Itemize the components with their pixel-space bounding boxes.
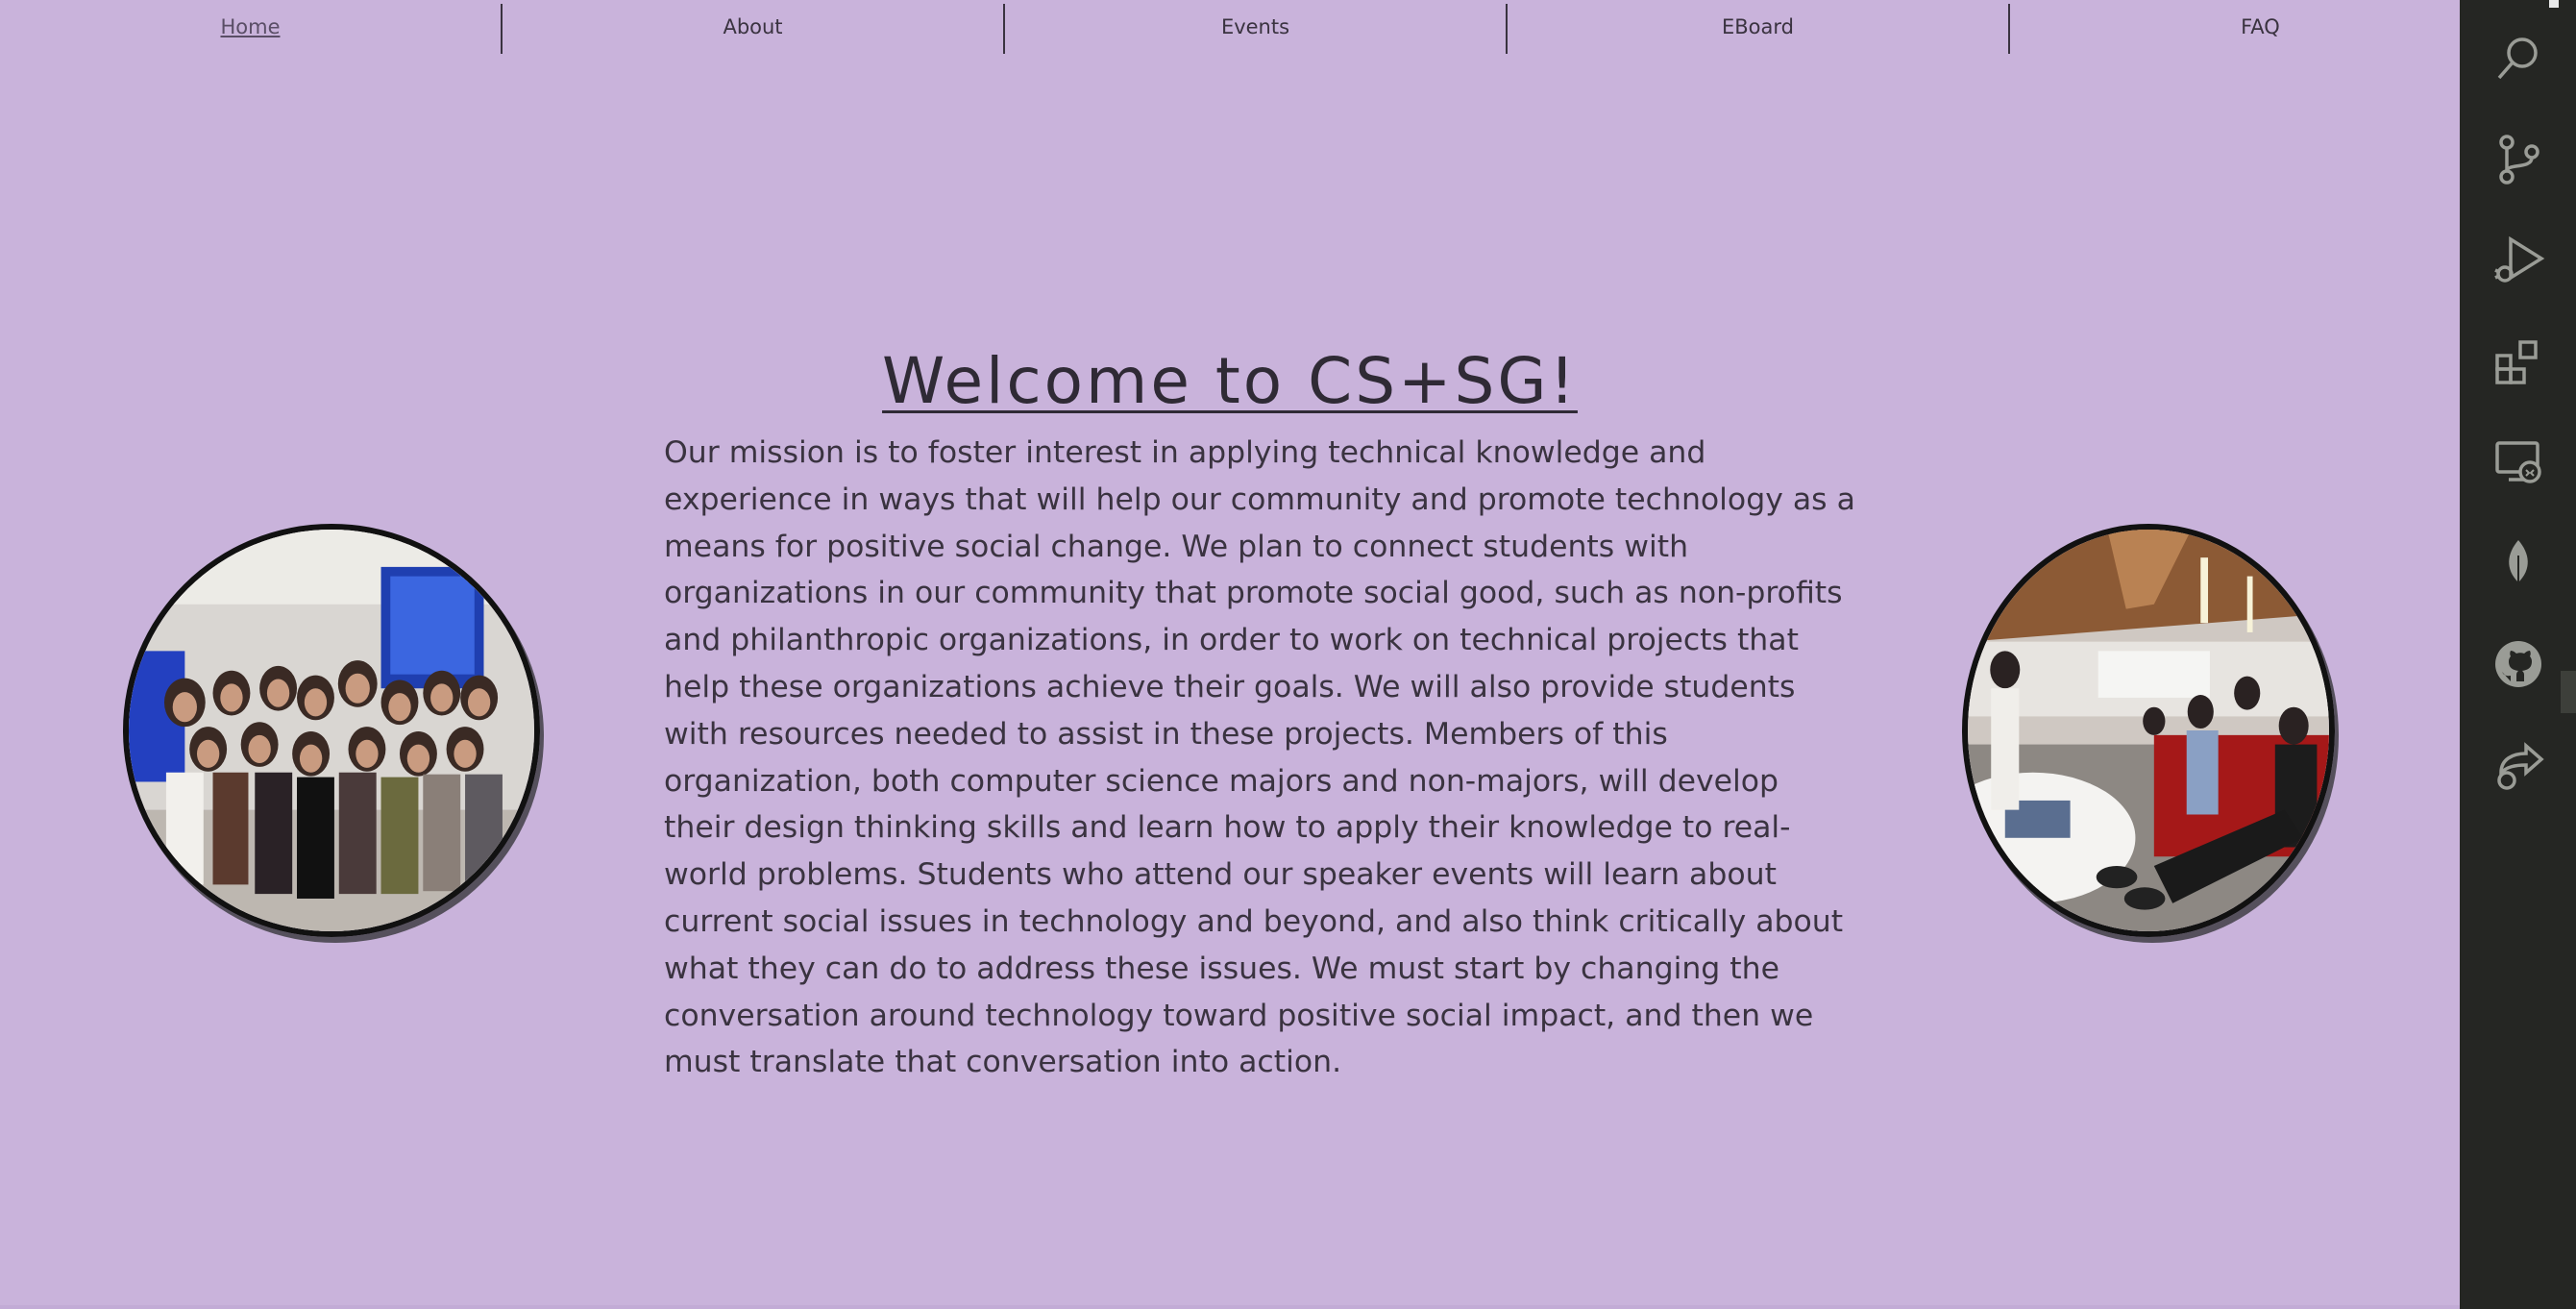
github-icon[interactable] <box>2485 630 2552 698</box>
mission-statement: Our mission is to foster interest in app… <box>664 435 1855 1080</box>
run-debug-icon[interactable] <box>2485 227 2552 294</box>
nav-faq[interactable]: FAQ <box>2010 4 2511 54</box>
page-title: Welcome to CS+SG! <box>882 344 1578 418</box>
page-bottom-edge <box>0 1305 2460 1309</box>
window-corner-mark <box>2549 0 2559 8</box>
activity-bar <box>2460 0 2576 1309</box>
nav-about[interactable]: About <box>503 4 1003 54</box>
nav-home[interactable]: Home <box>0 4 501 54</box>
scrollbar-thumb[interactable] <box>2561 671 2576 713</box>
mongodb-leaf-icon[interactable] <box>2485 530 2552 597</box>
remote-explorer-icon[interactable] <box>2485 429 2552 496</box>
web-page: Home About Events EBoard FAQ Welcome to … <box>0 0 2460 1309</box>
nav-events[interactable]: Events <box>1005 4 1506 54</box>
source-control-icon[interactable] <box>2485 126 2552 193</box>
nav-eboard[interactable]: EBoard <box>1508 4 2008 54</box>
top-nav: Home About Events EBoard FAQ <box>0 4 2460 54</box>
extensions-icon[interactable] <box>2485 328 2552 395</box>
group-photo <box>123 524 540 937</box>
live-share-icon[interactable] <box>2485 731 2552 799</box>
search-icon[interactable] <box>2485 25 2552 92</box>
meeting-photo <box>1962 524 2335 937</box>
